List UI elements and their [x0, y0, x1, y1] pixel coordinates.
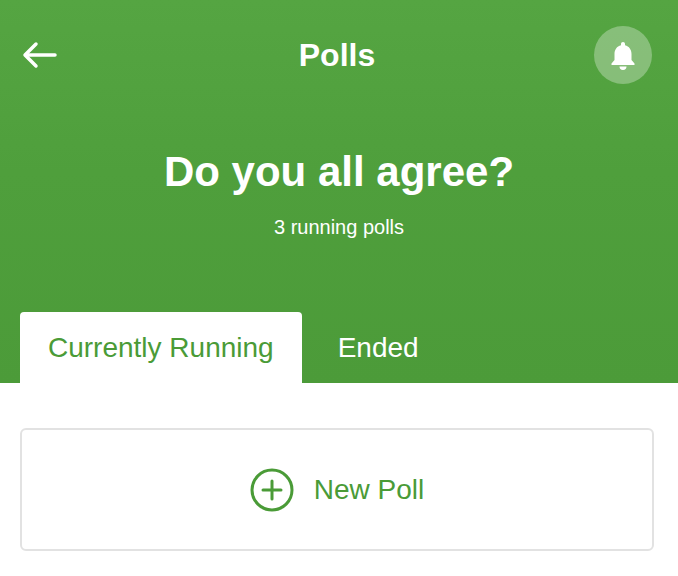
poll-heading: Do you all agree? [0, 146, 678, 198]
page-title: Polls [122, 35, 552, 75]
bell-icon [609, 40, 637, 70]
tab[interactable]: Ended [310, 312, 447, 383]
notifications-button[interactable] [552, 26, 652, 84]
back-button[interactable] [22, 41, 122, 69]
content: New Poll [0, 383, 678, 551]
new-poll-button[interactable]: New Poll [20, 428, 654, 551]
new-poll-label: New Poll [314, 474, 424, 506]
tab[interactable]: Currently Running [20, 312, 302, 383]
bell-circle [594, 26, 652, 84]
plus-circle-icon [250, 468, 294, 512]
polls-screen: Polls Do you all agree? 3 running polls Cur… [0, 0, 678, 576]
back-arrow-icon [22, 41, 58, 69]
tab-bar: Currently RunningEnded [0, 312, 678, 383]
running-count: 3 running polls [0, 214, 678, 240]
header: Polls Do you all agree? 3 running polls Cur… [0, 0, 678, 383]
top-bar: Polls [0, 26, 678, 84]
